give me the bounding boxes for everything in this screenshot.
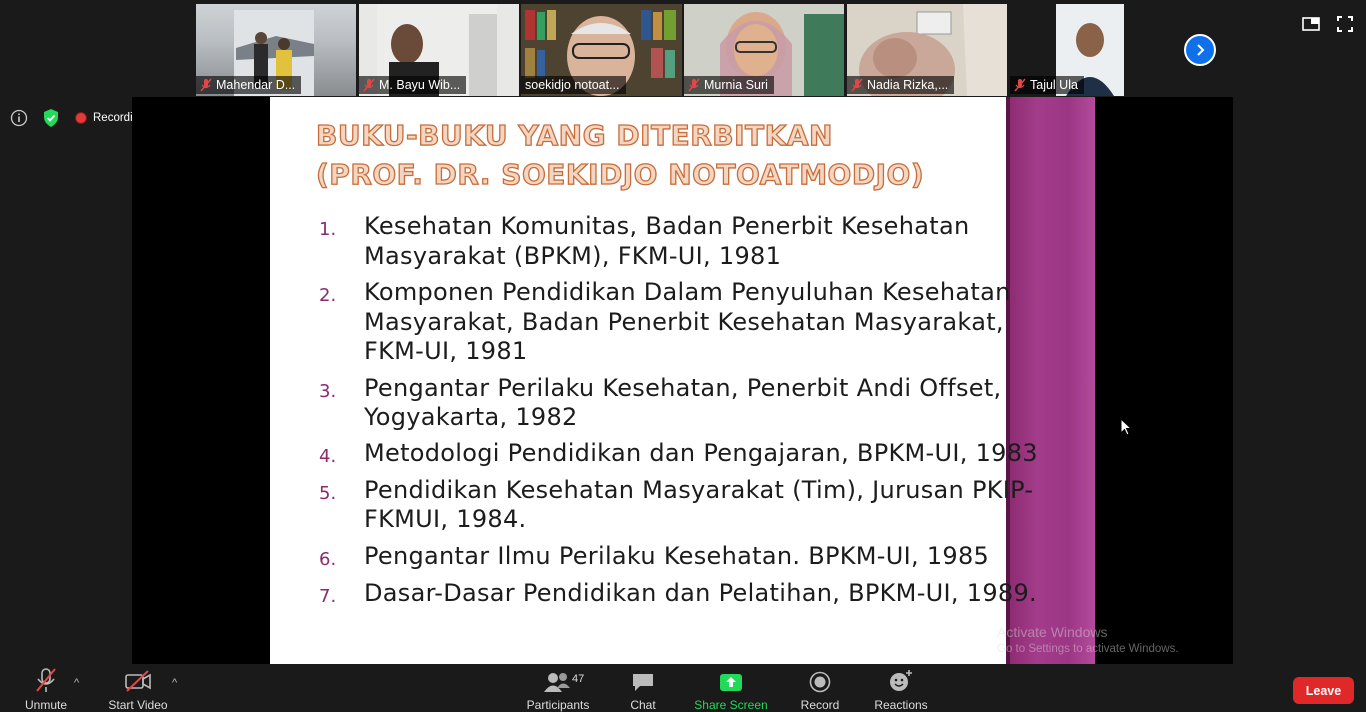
mouse-cursor-icon (1120, 418, 1132, 436)
chat-button[interactable]: Chat (622, 664, 664, 712)
record-button[interactable]: Record (798, 664, 842, 712)
muted-mic-icon (688, 78, 700, 92)
participant-tile-active-speaker[interactable]: soekidjo notoat... (521, 4, 682, 96)
list-number: 2. (319, 285, 337, 306)
muted-mic-icon (363, 78, 375, 92)
leave-button[interactable]: Leave (1293, 677, 1354, 704)
participant-label: Tajul Ula (1010, 76, 1084, 94)
participants-icon (544, 673, 570, 692)
share-screen-label: Share Screen (694, 698, 768, 712)
activate-windows-hint: Go to Settings to activate Windows. (997, 643, 1179, 655)
list-item-line: Masyarakat, Badan Penerbit Kesehatan Mas… (364, 308, 1004, 336)
info-icon (10, 109, 28, 127)
list-number: 5. (319, 483, 337, 504)
list-item-line: Pengantar Perilaku Kesehatan, Penerbit A… (364, 374, 1002, 402)
list-item-line: FKM-UI, 1981 (364, 337, 528, 365)
chat-label: Chat (630, 698, 656, 712)
participants-count: 47 (572, 673, 585, 685)
participant-label: Nadia Rizka,... (847, 76, 955, 94)
unmute-label: Unmute (24, 698, 68, 712)
unmute-button[interactable]: Unmute (20, 664, 72, 712)
share-screen-button[interactable]: Share Screen (694, 664, 768, 712)
shield-check-icon (44, 109, 58, 127)
participant-strip: Mahendar D... M. Bayu Wib... soekidjo no… (0, 0, 1366, 97)
list-item-line: FKMUI, 1984. (364, 505, 527, 533)
next-page-button[interactable] (1184, 34, 1216, 66)
participant-tile[interactable]: Mahendar D... (196, 4, 356, 96)
participant-tile[interactable]: Murnia Suri (684, 4, 844, 96)
participant-name: soekidjo notoat... (525, 78, 620, 92)
muted-mic-icon (851, 78, 863, 92)
video-options-caret[interactable]: ^ (172, 677, 177, 689)
encryption-status[interactable] (42, 108, 62, 128)
list-number: 1. (319, 219, 337, 240)
share-screen-icon (720, 674, 742, 691)
list-item-line: Pendidikan Kesehatan Masyarakat (Tim), J… (364, 476, 1034, 504)
slide-title: BUKU-BUKU YANG DITERBITKAN (315, 118, 833, 152)
participant-tile[interactable]: Nadia Rizka,... (847, 4, 1007, 96)
reactions-label: Reactions (874, 698, 928, 712)
list-item-line: Komponen Pendidikan Dalam Penyuluhan Kes… (364, 278, 1011, 306)
list-item-line: Pengantar Ilmu Perilaku Kesehatan. BPKM-… (364, 542, 990, 570)
meeting-toolbar (0, 664, 1366, 712)
list-number: 7. (319, 586, 337, 607)
participants-button[interactable]: Participants (526, 664, 590, 712)
muted-microphone-icon (36, 668, 56, 692)
participant-tile[interactable]: M. Bayu Wib... (359, 4, 519, 96)
participant-label: Murnia Suri (684, 76, 774, 94)
fullscreen-button[interactable] (1334, 14, 1356, 34)
participant-name: Nadia Rizka,... (867, 78, 949, 92)
participants-label: Participants (526, 698, 590, 712)
audio-options-caret[interactable]: ^ (74, 677, 79, 689)
muted-mic-icon (1014, 78, 1026, 92)
participant-name: Murnia Suri (704, 78, 768, 92)
activate-windows-watermark: Activate Windows (997, 624, 1108, 640)
participant-name: Mahendar D... (216, 78, 296, 92)
video-off-icon (125, 670, 151, 692)
list-item-line: Yogyakarta, 1982 (364, 403, 578, 431)
start-video-label: Start Video (108, 698, 168, 712)
layout-icon (1302, 17, 1320, 31)
chevron-right-icon (1197, 44, 1205, 56)
participant-label: M. Bayu Wib... (359, 76, 467, 94)
list-number: 3. (319, 381, 337, 402)
list-number: 4. (319, 446, 337, 467)
participant-name: Tajul Ula (1030, 78, 1078, 92)
participant-tile[interactable]: Tajul Ula (1010, 4, 1170, 96)
record-label: Record (800, 698, 840, 712)
participant-name: M. Bayu Wib... (379, 78, 461, 92)
list-item-line: Kesehatan Komunitas, Badan Penerbit Kese… (364, 212, 970, 240)
participant-label: Mahendar D... (196, 76, 302, 94)
participant-label: soekidjo notoat... (521, 76, 626, 94)
recording-dot-icon (76, 113, 86, 123)
muted-mic-icon (200, 78, 212, 92)
list-number: 6. (319, 549, 337, 570)
view-layout-button[interactable] (1300, 14, 1322, 34)
meeting-info-button[interactable] (10, 108, 30, 128)
reactions-button[interactable]: Reactions (872, 664, 930, 712)
list-item-line: Metodologi Pendidikan dan Pengajaran, BP… (364, 439, 1038, 467)
chat-icon (633, 674, 653, 691)
reactions-smiley-icon (890, 670, 912, 691)
start-video-button[interactable]: Start Video (104, 664, 172, 712)
list-item-line: Dasar-Dasar Pendidikan dan Pelatihan, BP… (364, 579, 1037, 607)
list-item-line: Masyarakat (BPKM), FKM-UI, 1981 (364, 242, 782, 270)
fullscreen-icon (1337, 16, 1353, 32)
record-icon (809, 671, 831, 693)
slide-subtitle: (PROF. DR. SOEKIDJO NOTOATMODJO) (315, 157, 925, 191)
